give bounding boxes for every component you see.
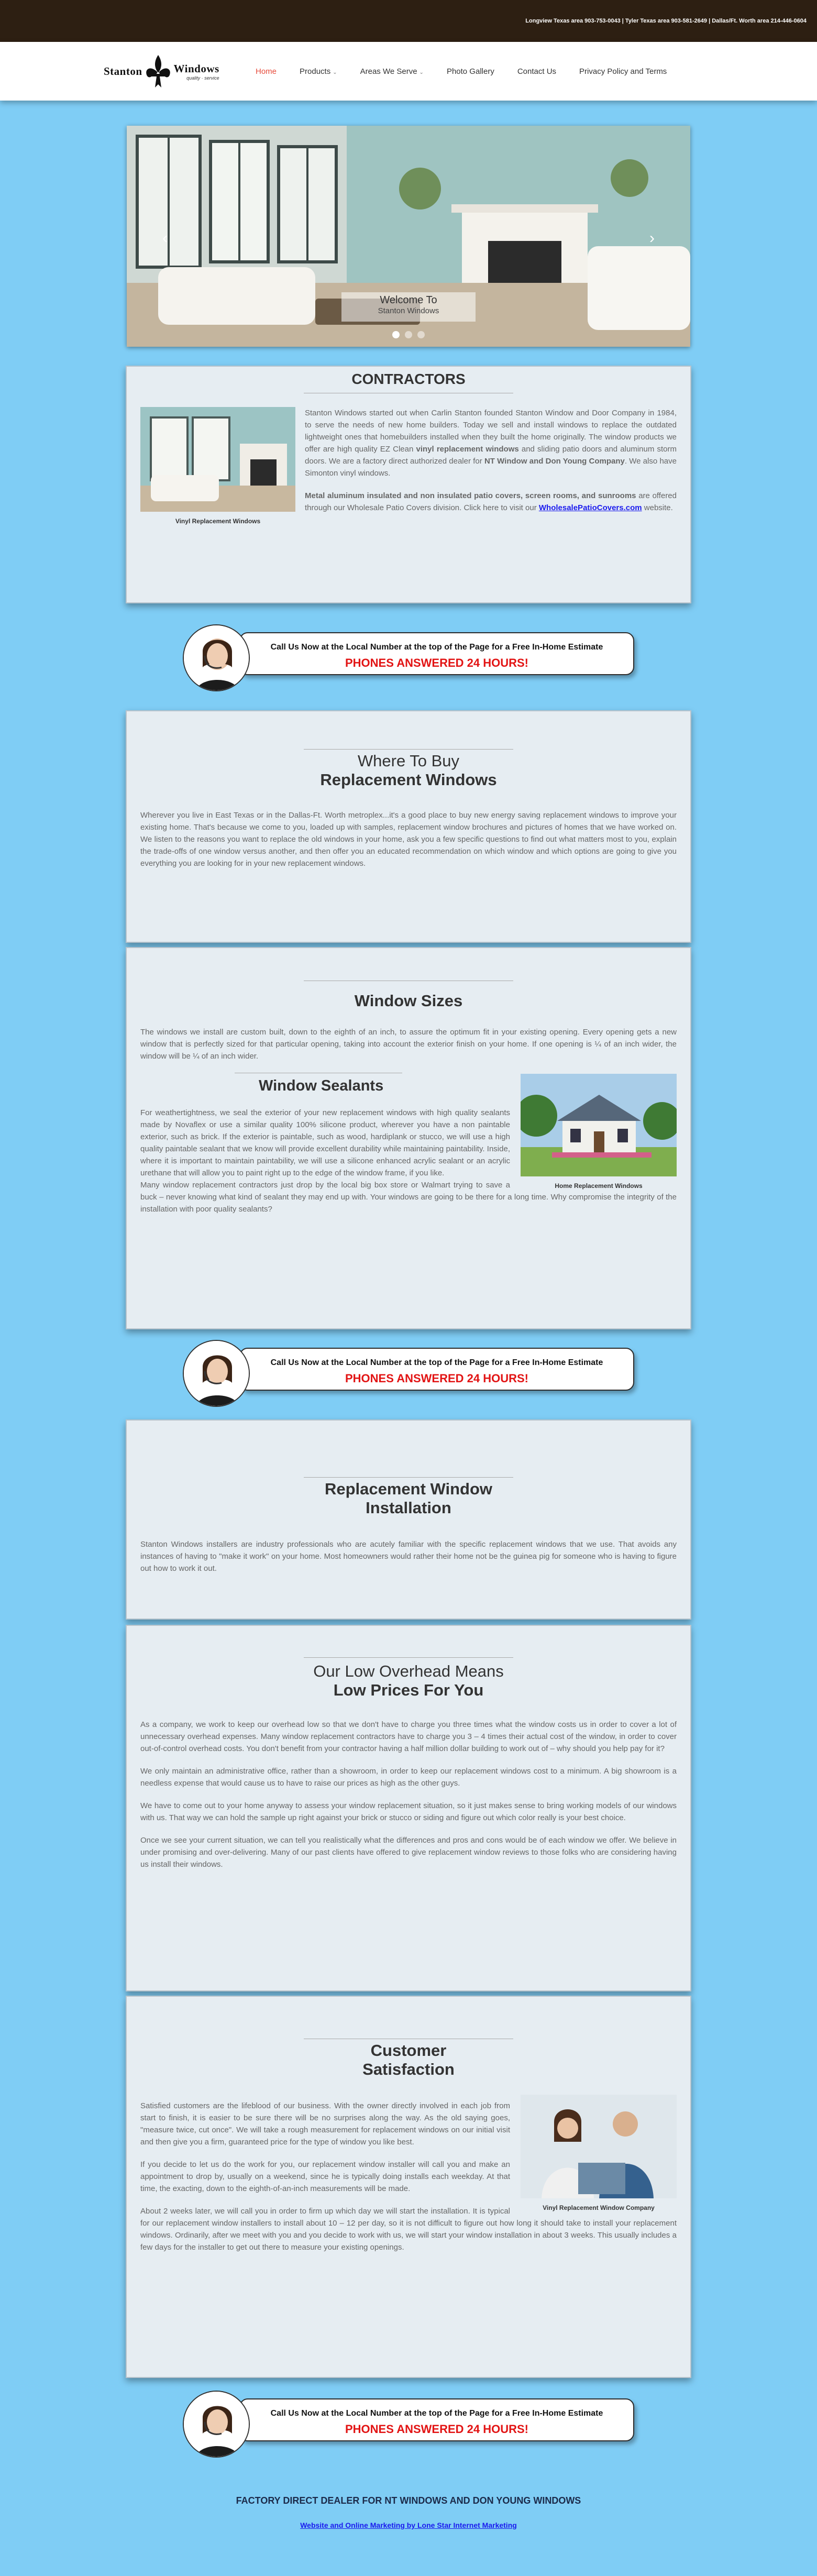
overhead-paragraph-4: Once we see your current situation, we c… [140,1836,677,1869]
title-line2: Satisfaction [362,2060,455,2078]
title-line2: Installation [366,1499,451,1517]
where-paragraph: Wherever you live in East Texas or in th… [140,811,677,868]
nav-contact[interactable]: Contact Us [517,67,556,76]
headset-operator-icon [184,2392,249,2457]
nav-products-label: Products [300,67,331,76]
slider-prev-arrow[interactable]: ‹ [162,229,168,247]
phone-numbers: Longview Texas area 903-753-0043 | Tyler… [525,18,807,24]
divider [304,749,513,750]
customer-paragraph-3: About 2 weeks later, we will call you in… [140,2207,677,2252]
call-us-line1: Call Us Now at the Local Number at the t… [270,2409,603,2418]
overhead-paragraph-2: We only maintain an administrative offic… [140,1767,677,1788]
overhead-paragraph-3: We have to come out to your home anyway … [140,1801,677,1822]
divider [304,1477,513,1478]
logo-tagline: quality · service [186,75,219,81]
section-title: CONTRACTORS [351,371,466,387]
customer-satisfaction-section: Customer Satisfaction Vinyl Replacement W… [126,1996,691,2378]
nav-areas[interactable]: Areas We Serve ⌄ [360,67,424,76]
low-overhead-section: Our Low Overhead Means Low Prices For You… [126,1625,691,1991]
where-to-buy-section: Where To Buy Replacement Windows Wherever… [126,710,691,943]
caption-title: Welcome To [380,294,437,306]
image-caption: Vinyl Replacement Windows [175,518,261,525]
operator-avatar [183,1340,250,1407]
text: website. [642,503,673,512]
call-us-box: Call Us Now at the Local Number at the t… [239,632,634,675]
fleur-de-lis-icon [146,55,170,87]
operator-avatar [183,2391,250,2458]
phones-answered-line: PHONES ANSWERED 24 HOURS! [345,2423,528,2436]
logo[interactable]: Stanton Windows quality · service [104,53,235,90]
main-nav: Home Products ⌄ Areas We Serve ⌄ Photo Gal… [256,67,690,76]
hero-slider: ‹ › Welcome To Stanton Windows [127,126,690,347]
window-sizes-section: Window Sizes The windows we install are … [126,947,691,1329]
contractors-section: CONTRACTORS Vinyl Replacement Windows St… [126,366,691,603]
chevron-down-icon: ⌄ [419,69,424,75]
call-us-banner: Call Us Now at the Local Number at the t… [183,1340,634,1407]
top-phone-bar: Longview Texas area 903-753-0043 | Tyler… [0,0,817,42]
nav-photo-gallery[interactable]: Photo Gallery [447,67,494,76]
phones-answered-line: PHONES ANSWERED 24 HOURS! [345,1372,528,1385]
installation-paragraph: Stanton Windows installers are industry … [140,1540,677,1573]
image-caption: Vinyl Replacement Window Company [543,2204,655,2211]
caption-subtitle: Stanton Windows [378,306,439,315]
overhead-paragraph-1: As a company, we work to keep our overhe… [140,1720,677,1753]
sealants-figure: Home Replacement Windows [515,1074,681,1190]
call-us-box: Call Us Now at the Local Number at the t… [239,1348,634,1391]
text-bold: NT Window and Don Young Company [484,457,625,466]
phones-answered-line: PHONES ANSWERED 24 HOURS! [345,656,528,669]
section-title: Where To Buy Replacement Windows [140,752,677,789]
headset-operator-icon [184,625,249,690]
contractors-figure: Vinyl Replacement Windows [140,407,295,525]
nav-areas-label: Areas We Serve [360,67,417,76]
headset-operator-icon [184,1341,249,1406]
section-title: Replacement Window Installation [140,1480,677,1517]
sizes-paragraph: The windows we install are custom built,… [140,1028,677,1061]
footer-dealer-title: FACTORY DIRECT DEALER FOR NT WINDOWS AND… [236,2495,581,2506]
call-us-banner: Call Us Now at the Local Number at the t… [183,624,634,691]
slider-dot[interactable] [417,331,425,338]
section-title: Customer Satisfaction [140,2041,677,2079]
site-header: Stanton Windows quality · service Home P… [0,42,817,101]
call-us-line1: Call Us Now at the Local Number at the t… [270,643,603,652]
slider-dot[interactable] [392,331,400,338]
operator-avatar [183,624,250,691]
text-bold: vinyl replacement windows [416,445,519,454]
section-title: Window Sizes [354,992,463,1010]
title-line1: Replacement Window [324,1480,493,1498]
installation-section: Replacement Window Installation Stanton W… [126,1419,691,1620]
slider-dot[interactable] [405,331,412,338]
text-bold: Metal aluminum insulated and non insulat… [305,491,636,500]
logo-word-windows: Windows [173,62,219,75]
lone-star-marketing-link[interactable]: Website and Online Marketing by Lone Sta… [300,2521,517,2529]
slider-caption: Welcome To Stanton Windows [341,292,476,322]
slider-dots [127,331,690,341]
nav-privacy[interactable]: Privacy Policy and Terms [579,67,667,76]
footer-credit: Website and Online Marketing by Lone Sta… [0,2521,817,2529]
customer-figure: Vinyl Replacement Window Company [521,2095,677,2211]
title-line2: Replacement Windows [320,770,497,789]
home-image [515,1074,681,1176]
customers-image [521,2095,677,2198]
wholesale-patio-link[interactable]: WholesalePatioCovers.com [539,503,642,512]
title-line1: Our Low Overhead Means [313,1662,504,1680]
title-line1: Customer [370,2041,447,2060]
divider [304,1657,513,1658]
image-caption: Home Replacement Windows [555,1182,643,1190]
vinyl-window-image [140,407,295,512]
logo-word-stanton: Stanton [104,64,142,78]
call-us-box: Call Us Now at the Local Number at the t… [239,2398,634,2441]
slider-next-arrow[interactable]: › [649,229,655,247]
nav-products[interactable]: Products ⌄ [300,67,337,76]
section-title: Our Low Overhead Means Low Prices For You [140,1662,677,1700]
nav-home[interactable]: Home [256,67,277,76]
call-us-line1: Call Us Now at the Local Number at the t… [270,1358,603,1367]
call-us-banner: Call Us Now at the Local Number at the t… [183,2391,634,2458]
title-line1: Where To Buy [357,752,460,770]
chevron-down-icon: ⌄ [333,69,337,75]
title-line2: Low Prices For You [333,1681,484,1699]
